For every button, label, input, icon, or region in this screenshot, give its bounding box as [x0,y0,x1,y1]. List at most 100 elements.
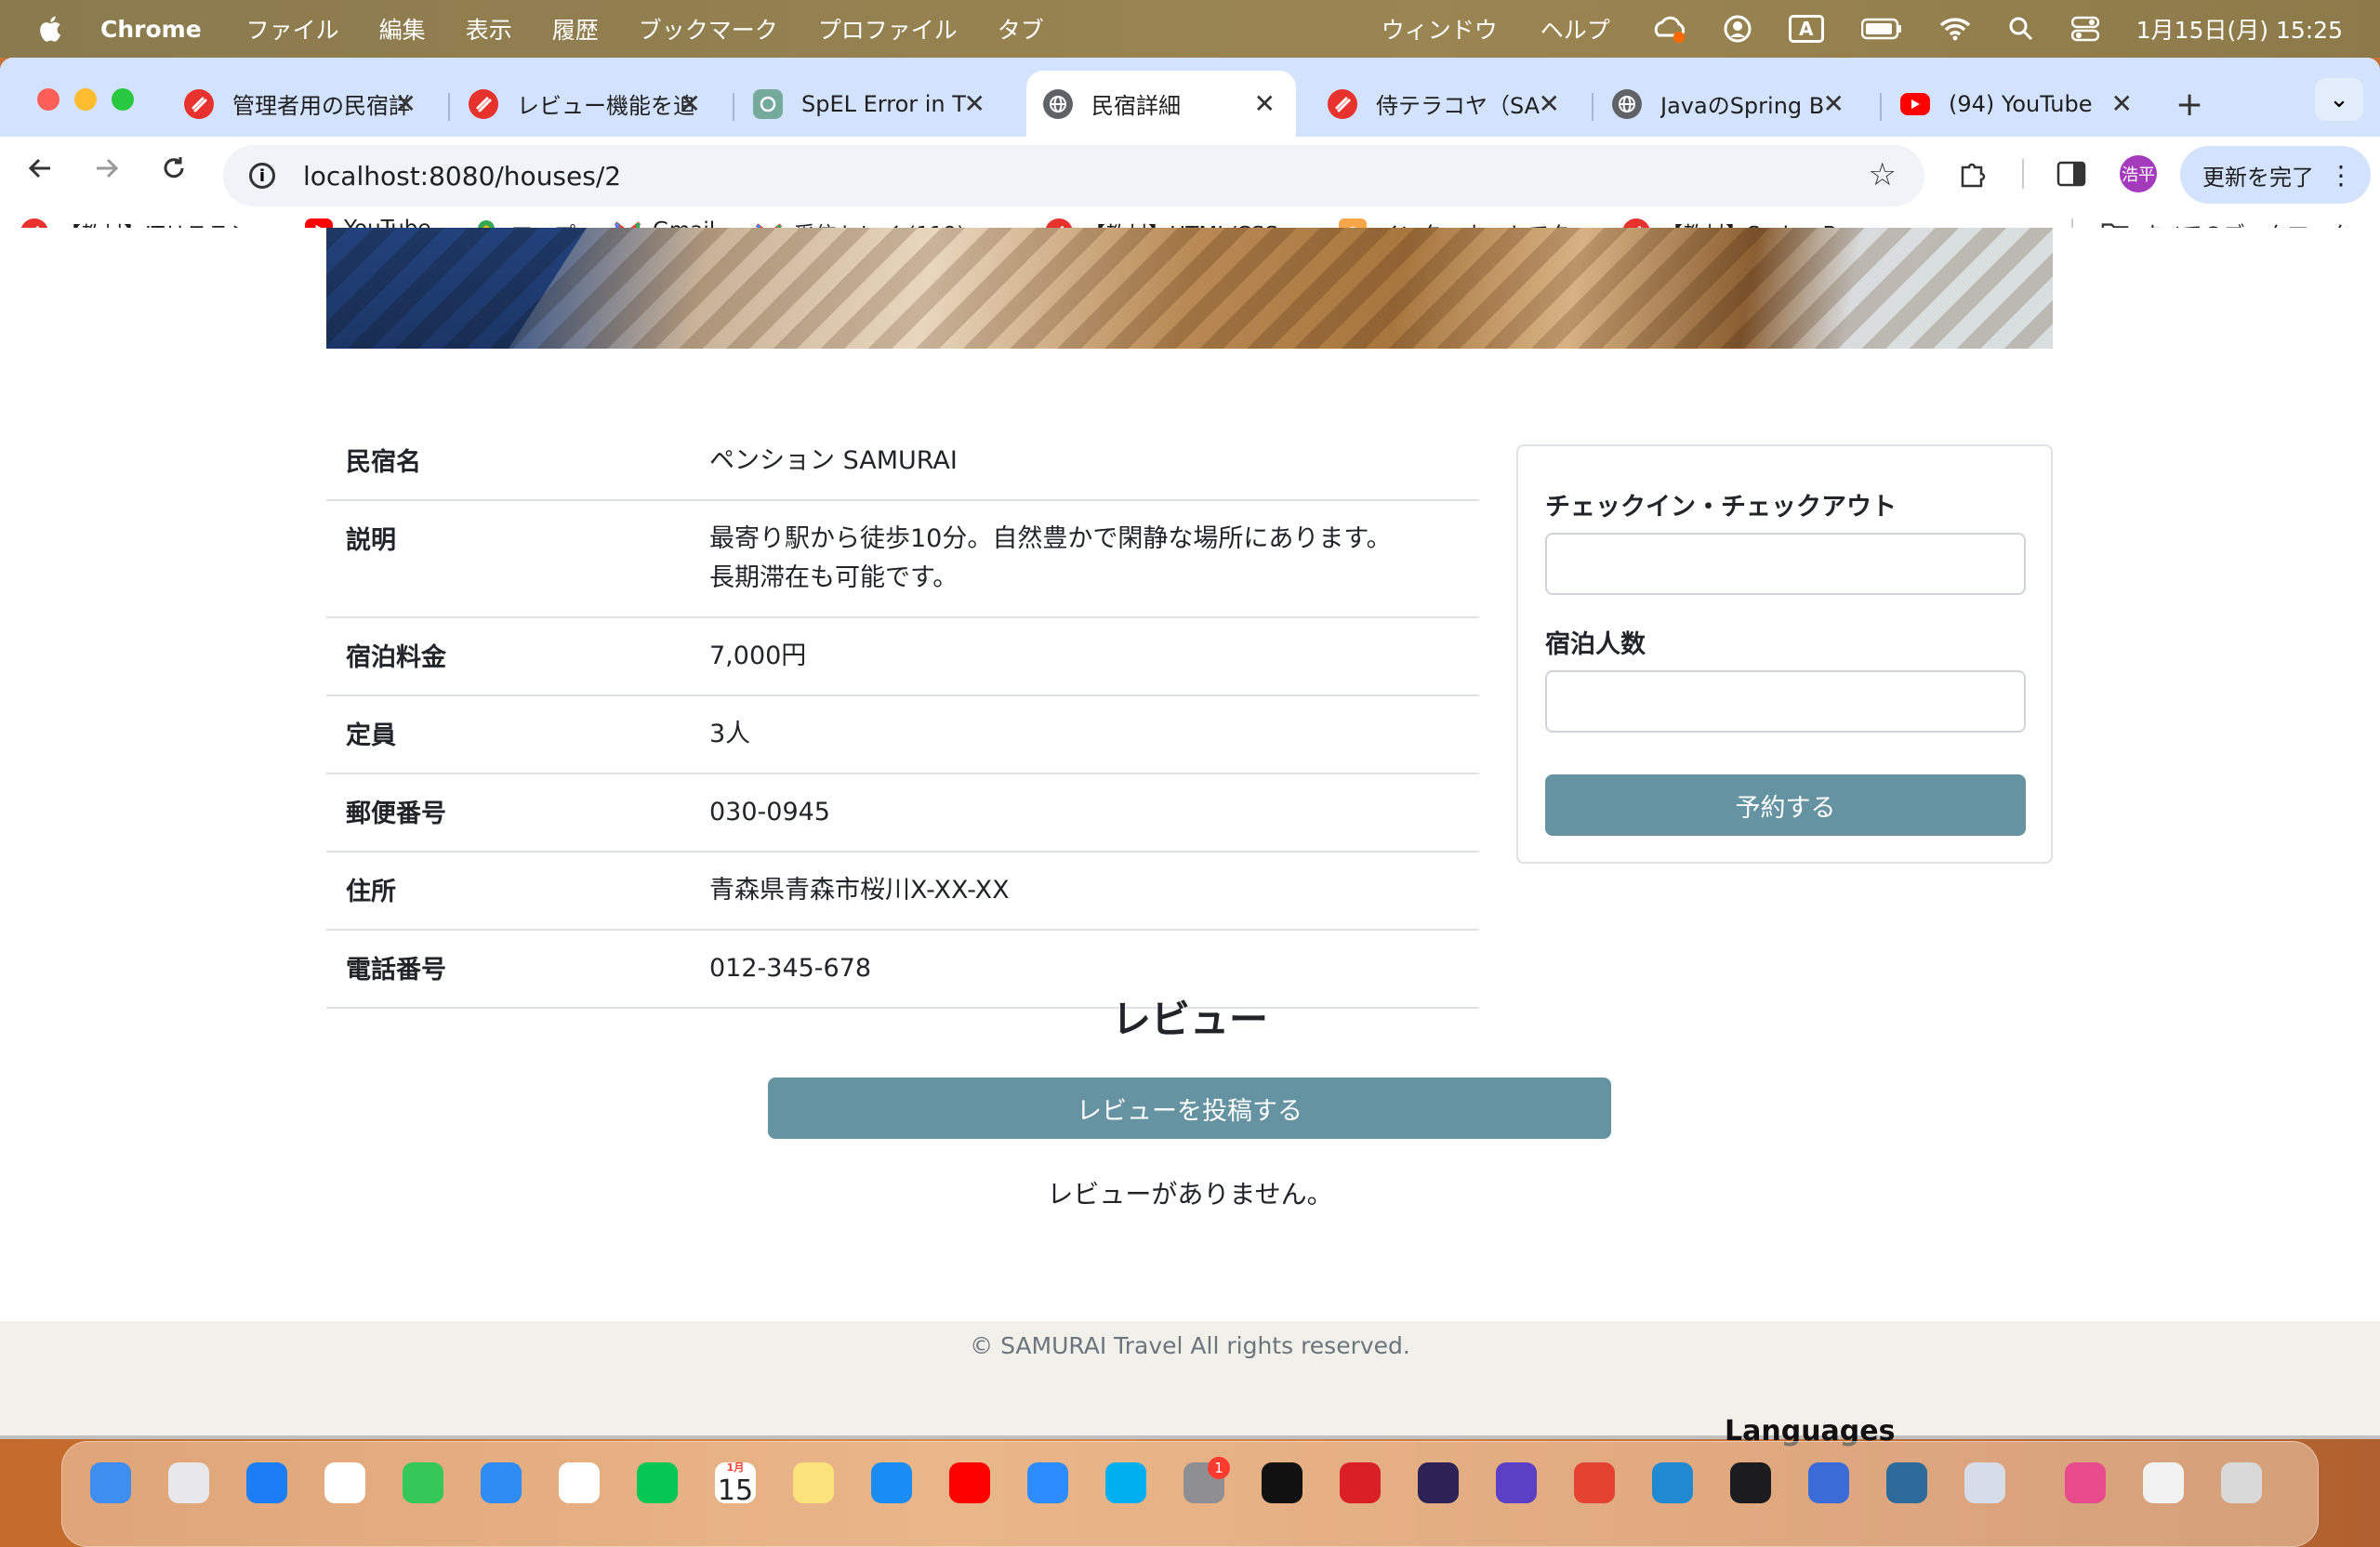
dock-mail-icon[interactable] [481,1462,522,1503]
youtube-icon [1900,92,1930,115]
dock-app-store-icon[interactable] [871,1462,912,1503]
tab-title: 民宿詳細 [1091,93,1181,119]
close-tab-icon[interactable]: ✕ [1254,88,1276,119]
minimize-window-button[interactable] [74,88,97,111]
zoom-window-button[interactable] [112,88,134,111]
spotlight-search-icon[interactable] [2008,16,2034,42]
extensions-icon[interactable] [1957,137,1989,211]
dock-github-icon[interactable] [1262,1462,1302,1503]
apple-icon[interactable] [35,14,63,44]
dock-dbeaver-icon[interactable] [1496,1462,1537,1503]
dock-tableplus-icon[interactable] [1808,1462,1849,1503]
house-info-value: 青森県青森市桜川X-XX-XX [709,876,1010,905]
back-arrow-icon[interactable] [26,153,54,191]
more-menu-icon[interactable]: ⋮ [2328,160,2354,191]
dock-preview-icon[interactable] [1964,1462,2005,1503]
menu-help[interactable]: ヘルプ [1540,12,1610,46]
tab-search-icon[interactable]: ⌄ [2315,78,2363,121]
house-info-row: 定員 3人 [326,695,1479,774]
tab-admin-house-detail[interactable]: 管理者用の民宿詳 ✕ [167,71,437,137]
dock-finder-icon[interactable] [90,1462,131,1503]
reload-icon[interactable] [160,153,188,191]
dock-calendar-icon[interactable]: 1月 15 [715,1461,756,1507]
dock-youtube-icon[interactable] [949,1462,990,1503]
dock-launchpad-icon[interactable] [168,1462,209,1503]
close-tab-icon[interactable]: ✕ [680,88,701,119]
dock-mysql-workbench-icon[interactable] [1886,1462,1927,1503]
creative-cloud-status-icon[interactable] [1653,15,1686,43]
dock-eclipse-icon[interactable] [1418,1462,1459,1503]
tab-title: SpEL Error in T [801,90,966,117]
close-tab-icon[interactable]: ✕ [395,88,416,119]
menu-view[interactable]: 表示 [466,12,512,46]
bookmark-star-icon[interactable]: ☆ [1869,156,1897,193]
house-info-label: 民宿名 [346,448,421,477]
dock-line-icon[interactable] [637,1462,678,1503]
close-window-button[interactable] [37,88,60,111]
globe-icon [1612,88,1642,119]
dock-photos-icon[interactable] [559,1462,600,1503]
site-info-icon[interactable]: i [249,163,275,189]
dock-screenshot-icon[interactable] [2143,1462,2184,1503]
update-chrome-button[interactable]: 更新を完了 ⋮ [2180,146,2371,204]
dock-notes-icon[interactable] [793,1462,834,1503]
dock-skype-icon[interactable] [1105,1462,1146,1503]
tab-review-feature[interactable]: レビュー機能を追 ✕ [452,71,721,137]
menu-bar-right: ウィンドウ ヘルプ A 1月15日(月) 15:25 [1382,0,2343,58]
tab-java-spring[interactable]: JavaのSpring B ✕ [1595,71,1865,137]
close-tab-icon[interactable]: ✕ [2111,88,2133,119]
menu-edit[interactable]: 編集 [379,12,426,46]
menu-profiles[interactable]: プロファイル [818,12,958,46]
calendar-day: 15 [717,1474,754,1507]
new-tab-icon[interactable]: + [2175,86,2203,124]
menu-clock[interactable]: 1月15日(月) 15:25 [2136,12,2343,46]
tab-samurai-terakoya[interactable]: 侍テラコヤ（SA ✕ [1311,71,1580,137]
menu-window[interactable]: ウィンドウ [1382,12,1498,46]
checkin-checkout-label: チェックイン・チェックアウト [1545,493,1897,522]
post-review-button[interactable]: レビューを投稿する [768,1078,1611,1139]
side-panel-icon[interactable] [2056,137,2086,211]
dock-zoom-icon[interactable] [1027,1462,1068,1503]
dock: 1月 15 1 [61,1441,2319,1547]
input-source-icon[interactable]: A [1788,15,1824,43]
dock-todoist-icon[interactable] [1574,1462,1615,1503]
dock-messages-icon[interactable] [403,1462,443,1503]
dock-vscode-icon[interactable] [1652,1462,1693,1503]
dock-creative-cloud-icon[interactable] [1340,1462,1381,1503]
forward-arrow-icon[interactable] [93,153,121,191]
tab-spel-error[interactable]: SpEL Error in T ✕ [736,71,1006,137]
checkin-checkout-input[interactable] [1545,533,2026,595]
menu-bookmarks[interactable]: ブックマーク [639,12,778,46]
menu-tab[interactable]: タブ [998,12,1044,46]
guests-input[interactable] [1545,670,2026,733]
dock-safari-icon[interactable] [246,1462,287,1503]
tab-separator [1880,93,1882,121]
tab-house-detail-active[interactable]: 民宿詳細 ✕ [1026,71,1296,137]
reservation-card: チェックイン・チェックアウト 宿泊人数 予約する [1516,444,2053,864]
tab-title: 管理者用の民宿詳 [232,93,409,119]
dock-trash-icon[interactable] [2221,1462,2262,1503]
close-tab-icon[interactable]: ✕ [1823,88,1844,119]
close-tab-icon[interactable]: ✕ [1539,88,1560,119]
dock-terminal-icon[interactable] [1730,1462,1771,1503]
tab-title: レビュー機能を追 [517,93,694,119]
control-center-icon[interactable] [2070,16,2099,42]
menu-file[interactable]: ファイル [246,12,339,46]
close-tab-icon[interactable]: ✕ [964,88,985,119]
menu-history[interactable]: 履歴 [552,12,599,46]
reserve-button[interactable]: 予約する [1545,774,2026,836]
address-bar[interactable]: i localhost:8080/houses/2 ☆ [223,145,1924,206]
house-info-label: 説明 [346,526,396,555]
dock-chrome-icon[interactable] [324,1462,365,1503]
page-viewport: 民宿名 ペンション SAMURAI 説明 最寄り駅から徒歩10分。自然豊かで閑静な場所… [0,228,2380,1376]
user-account-icon[interactable] [1724,15,1752,43]
dock-system-settings-icon[interactable]: 1 [1183,1457,1230,1503]
profile-avatar[interactable]: 浩平 [2120,137,2157,211]
battery-icon[interactable] [1860,18,1902,40]
review-heading: レビュー [1111,997,1268,1042]
dock-adobe-cc-icon[interactable] [2065,1462,2106,1503]
wifi-icon[interactable] [1939,17,1971,41]
menu-app-name[interactable]: Chrome [100,16,202,43]
url-text[interactable]: localhost:8080/houses/2 [303,161,621,192]
tab-youtube[interactable]: (94) YouTube ✕ [1884,71,2153,137]
